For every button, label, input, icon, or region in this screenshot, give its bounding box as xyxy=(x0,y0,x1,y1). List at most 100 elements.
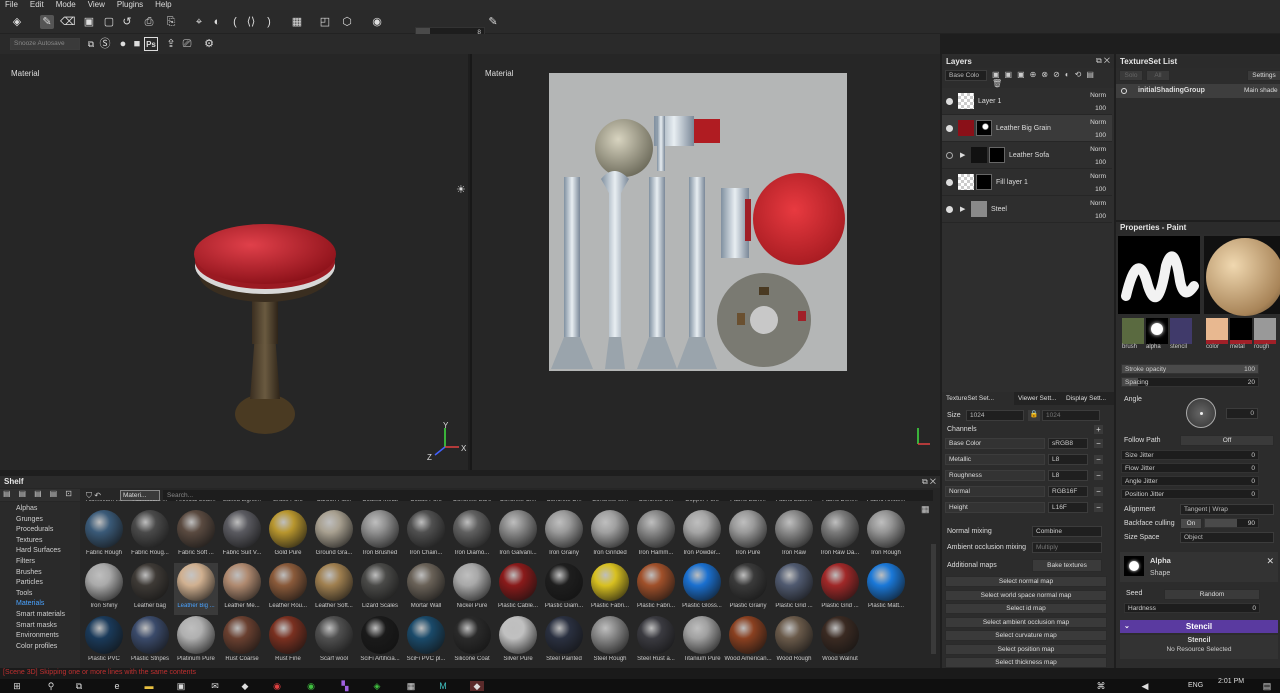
spotify-icon[interactable]: ◉ xyxy=(306,681,316,691)
channel-format[interactable]: sRGB8 xyxy=(1048,438,1088,449)
polygon-fill-icon[interactable]: ▢ xyxy=(102,15,116,29)
uv-texture-canvas[interactable] xyxy=(549,73,847,371)
windows-start-icon[interactable]: ⊞ xyxy=(12,681,22,691)
normal-mixing-select[interactable]: Combine xyxy=(1032,526,1102,537)
shelf-category[interactable]: Hard Surfaces xyxy=(16,546,61,556)
lazy-mouse-icon[interactable]: ) xyxy=(262,15,276,29)
settings-button[interactable]: Settings xyxy=(1247,70,1280,81)
material-thumbnail[interactable]: Iron Grinded xyxy=(588,510,632,562)
layer-row[interactable]: Layer 1 Norm 100 xyxy=(942,88,1112,115)
stencil-header[interactable]: ⌄ Stencil xyxy=(1120,620,1278,633)
blend-mode[interactable]: Norm xyxy=(1090,119,1106,126)
menu-plugins[interactable]: Plugins xyxy=(112,0,150,10)
material-thumbnail[interactable]: Plastic Fabri... xyxy=(588,563,632,615)
color-picker-icon[interactable]: ⌖ xyxy=(192,15,206,29)
paint-brush-icon[interactable]: ✎ xyxy=(40,15,54,29)
folder-icon[interactable]: ▶ xyxy=(960,205,965,213)
blend-mode[interactable]: Norm xyxy=(1090,200,1106,207)
material-thumbnail[interactable]: Iron Powder... xyxy=(680,510,724,562)
add-channel-icon[interactable]: + xyxy=(1094,425,1103,434)
shelf-category[interactable]: Textures xyxy=(16,536,42,546)
position-jitter-slider[interactable]: Position Jitter 0 xyxy=(1121,489,1259,499)
material-thumbnail[interactable]: Plastic Grainy xyxy=(726,563,770,615)
smudge-icon[interactable]: ↺ xyxy=(120,15,134,29)
shelf-category[interactable]: Filters xyxy=(16,557,35,567)
material-thumbnail[interactable]: Silver Pure xyxy=(496,616,540,666)
layer-row[interactable]: ▶ Steel Norm 100 xyxy=(942,196,1112,223)
material-thumbnail[interactable]: Mortar Wall xyxy=(404,563,448,615)
map-button[interactable]: Select thickness map xyxy=(945,657,1107,668)
size-space-select[interactable]: Object xyxy=(1180,532,1274,543)
menu-view[interactable]: View xyxy=(83,0,112,10)
material-thumbnail[interactable]: Nickel Pure xyxy=(450,563,494,615)
shelf-close-icon[interactable]: ⧉ ✕ xyxy=(922,477,936,487)
blend-mode[interactable]: Norm xyxy=(1090,92,1106,99)
shelf-category[interactable]: Tools xyxy=(16,589,32,599)
layer-tools-icons[interactable]: ▣▣▣⊕⊗⊘◐⟲▤🗑 xyxy=(992,70,1114,88)
eye-icon[interactable] xyxy=(946,152,953,159)
menu-help[interactable]: Help xyxy=(150,0,178,10)
alpha-thumbnail[interactable] xyxy=(1124,556,1144,576)
layer-opacity[interactable]: 100 xyxy=(1095,105,1106,112)
shelf-category[interactable]: Materials xyxy=(16,599,44,609)
viewport-3d[interactable]: Material Y X Z xyxy=(0,54,468,470)
autosave-field[interactable]: Snooze Autosave xyxy=(10,38,80,50)
mirror-x-icon[interactable]: ⟨⟩ xyxy=(244,15,258,29)
language-indicator[interactable]: ENG xyxy=(1188,682,1203,689)
material-thumbnail[interactable]: Plastic Matt... xyxy=(864,563,908,615)
eraser-icon[interactable]: ⌫ xyxy=(60,15,76,29)
material-thumbnail[interactable]: Leather Big ... xyxy=(174,563,218,615)
material-thumbnail[interactable]: Steel Rough xyxy=(588,616,632,666)
menu-edit[interactable]: Edit xyxy=(25,0,51,10)
material-thumbnail[interactable]: Iron Brushed xyxy=(358,510,402,562)
material-thumbnail[interactable]: Leather Rou... xyxy=(266,563,310,615)
pen-pressure-icon[interactable]: ✎ xyxy=(486,15,500,29)
material-thumbnail[interactable]: Plastic Stripes xyxy=(128,616,172,666)
unity-icon[interactable]: ◆ xyxy=(240,681,250,691)
channel-format[interactable]: L8 xyxy=(1048,470,1088,481)
material-thumbnail[interactable]: Steel Painted xyxy=(542,616,586,666)
remove-channel-icon[interactable]: − xyxy=(1094,503,1103,512)
material-thumbnail[interactable]: Iron Pure xyxy=(726,510,770,562)
shelf-category[interactable]: Smart materials xyxy=(16,610,65,620)
material-thumbnail[interactable]: Iron Raw xyxy=(772,510,816,562)
eye-icon[interactable] xyxy=(946,179,953,186)
task-view-icon[interactable]: ⧉ xyxy=(74,681,84,691)
channel-format[interactable]: L16F xyxy=(1048,502,1088,513)
hardness-slider[interactable]: Hardness 0 xyxy=(1124,603,1260,613)
tab-textureset-settings[interactable]: TextureSet Set... xyxy=(942,392,1014,405)
maya-icon[interactable]: M xyxy=(438,681,448,691)
remove-channel-icon[interactable]: − xyxy=(1094,471,1103,480)
view-icon[interactable]: ◰ xyxy=(318,15,332,29)
bake-icon[interactable]: ⎚ xyxy=(180,37,194,51)
map-button[interactable]: Select ambient occlusion map xyxy=(945,616,1107,628)
material-thumbnail[interactable]: Gold Pure xyxy=(266,510,310,562)
volume-icon[interactable]: ◀ xyxy=(1140,681,1150,691)
edge-icon[interactable]: e xyxy=(112,681,122,691)
layer-icon[interactable]: ■ xyxy=(130,37,144,51)
remove-channel-icon[interactable]: − xyxy=(1094,439,1103,448)
substance-icon[interactable]: Ⓢ xyxy=(98,37,112,51)
material-thumbnail[interactable]: Silicone Coat xyxy=(450,616,494,666)
bake-textures-button[interactable]: Bake textures xyxy=(1032,559,1102,572)
layer-opacity[interactable]: 100 xyxy=(1095,132,1106,139)
material-thumbnail[interactable]: Iron Chain... xyxy=(404,510,448,562)
angle-jitter-slider[interactable]: Angle Jitter 0 xyxy=(1121,476,1259,486)
projection-icon[interactable]: ◈ xyxy=(10,15,24,29)
material-thumbnail[interactable]: Iron Grainy xyxy=(542,510,586,562)
mirror-icon[interactable]: ( xyxy=(228,15,242,29)
export-icon[interactable]: ⇪ xyxy=(164,37,178,51)
mail-icon[interactable]: ✉ xyxy=(210,681,220,691)
rough-slot[interactable] xyxy=(1254,318,1276,344)
material-thumbnail[interactable]: Leather bag xyxy=(128,563,172,615)
tab-viewer-settings[interactable]: Viewer Sett... xyxy=(1014,392,1062,405)
angle-value[interactable]: 0 xyxy=(1226,408,1258,419)
material-thumbnail[interactable]: Plastic Diam... xyxy=(542,563,586,615)
material-thumbnail[interactable]: Rust Fine xyxy=(266,616,310,666)
photoshop-icon[interactable]: Ps xyxy=(144,37,158,51)
shelf-category[interactable]: Environments xyxy=(16,631,59,641)
app-icon[interactable]: ◈ xyxy=(372,681,382,691)
substance-painter-icon[interactable]: ◆ xyxy=(470,681,484,691)
material-thumbnail[interactable]: Lizard Scales xyxy=(358,563,402,615)
layer-row[interactable]: Leather Big Grain Norm 100 xyxy=(942,115,1112,142)
